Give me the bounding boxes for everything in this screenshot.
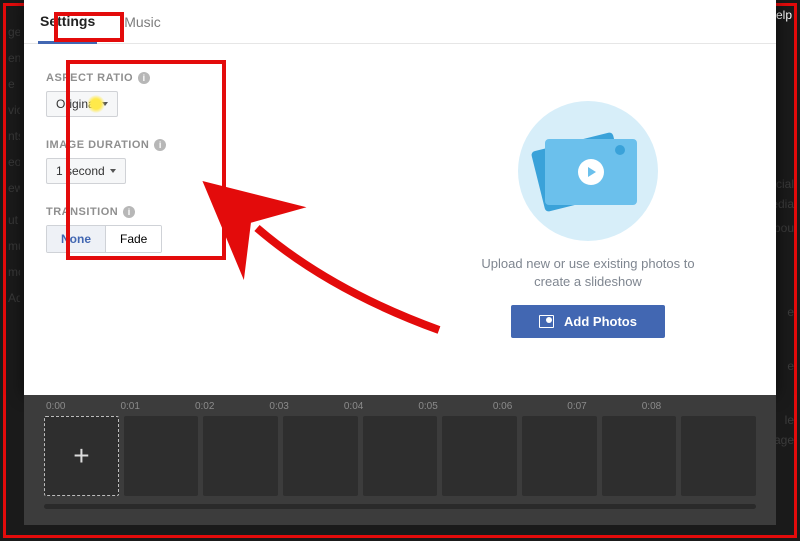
timeline-slot[interactable]	[442, 416, 517, 496]
tab-music[interactable]: Music	[122, 2, 163, 42]
timeline-labels: 0:00 0:01 0:02 0:03 0:04 0:05 0:06 0:07 …	[24, 395, 776, 414]
timeline-scrollbar[interactable]	[44, 504, 756, 509]
timeline-slots: +	[24, 414, 776, 498]
play-icon	[578, 159, 604, 185]
slideshow-modal: Settings Music ASPECT RATIO i Original I…	[24, 0, 776, 395]
add-photos-button[interactable]: Add Photos	[511, 305, 665, 338]
tab-settings[interactable]: Settings	[38, 1, 97, 44]
timeline-slot[interactable]	[203, 416, 278, 496]
tab-bar: Settings Music	[24, 0, 776, 44]
timeline-slot[interactable]	[363, 416, 438, 496]
timeline-slot[interactable]	[283, 416, 358, 496]
timeline-slot[interactable]	[602, 416, 677, 496]
photo-plus-icon	[539, 315, 554, 328]
timeline: 0:00 0:01 0:02 0:03 0:04 0:05 0:06 0:07 …	[24, 395, 776, 525]
upload-panel: Upload new or use existing photos to cre…	[400, 44, 776, 395]
timeline-add-slot[interactable]: +	[44, 416, 119, 496]
slideshow-placeholder-graphic	[513, 101, 663, 241]
timeline-slot[interactable]	[124, 416, 199, 496]
annotation-settings-highlight	[66, 60, 226, 260]
timeline-slot[interactable]	[522, 416, 597, 496]
background-truncated-left: ge enn e vices nts eos ewo ut mun motio …	[8, 22, 20, 382]
upload-help-text: Upload new or use existing photos to cre…	[463, 255, 713, 291]
timeline-slot[interactable]	[681, 416, 756, 496]
